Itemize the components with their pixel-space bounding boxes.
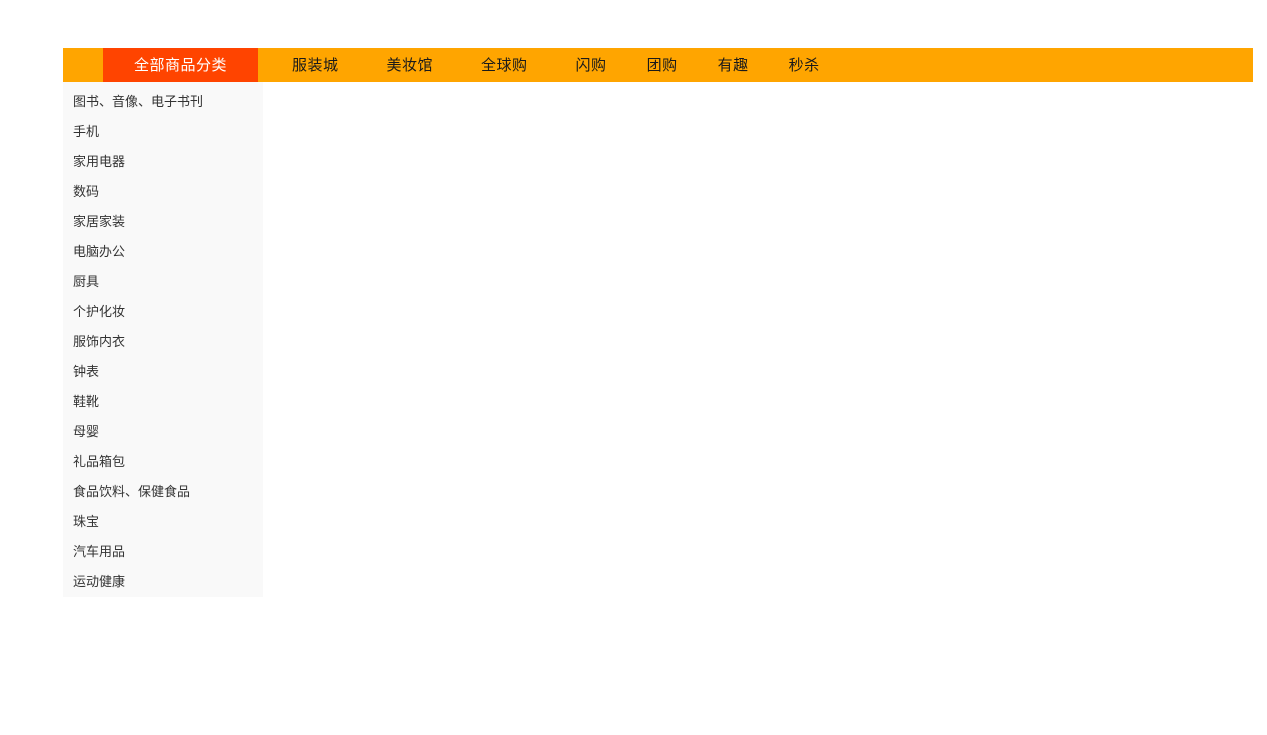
sidebar-item-jewelry[interactable]: 珠宝 xyxy=(63,508,263,538)
sidebar-item-books-audio-video-ebooks[interactable]: 图书、音像、电子书刊 xyxy=(63,88,263,118)
sidebar-item-maternity-baby[interactable]: 母婴 xyxy=(63,418,263,448)
sidebar-item-gifts-luggage[interactable]: 礼品箱包 xyxy=(63,448,263,478)
sidebar-item-digital[interactable]: 数码 xyxy=(63,178,263,208)
nav-tab-global-shopping[interactable]: 全球购 xyxy=(467,48,542,82)
sidebar-item-home-appliances[interactable]: 家用电器 xyxy=(63,148,263,178)
sidebar-item-shoes-boots[interactable]: 鞋靴 xyxy=(63,388,263,418)
sidebar-item-home-furnishing[interactable]: 家居家装 xyxy=(63,208,263,238)
nav-tab-fashion-mall[interactable]: 服装城 xyxy=(278,48,353,82)
sidebar-item-food-beverage-health-food[interactable]: 食品饮料、保健食品 xyxy=(63,478,263,508)
main-navigation-bar: 全部商品分类 服装城 美妆馆 全球购 闪购 团购 有趣 秒杀 xyxy=(63,48,1253,82)
sidebar-item-sports-health[interactable]: 运动健康 xyxy=(63,568,263,597)
sidebar-item-watches[interactable]: 钟表 xyxy=(63,358,263,388)
sidebar-item-computer-office[interactable]: 电脑办公 xyxy=(63,238,263,268)
sidebar-item-personal-care-cosmetics[interactable]: 个护化妆 xyxy=(63,298,263,328)
nav-tab-seckill[interactable]: 秒杀 xyxy=(775,48,834,82)
nav-tab-interesting[interactable]: 有趣 xyxy=(704,48,763,82)
nav-tab-group-buy[interactable]: 团购 xyxy=(633,48,692,82)
nav-tab-beauty-hall[interactable]: 美妆馆 xyxy=(373,48,448,82)
nav-tab-all-categories[interactable]: 全部商品分类 xyxy=(103,48,258,82)
sidebar-item-apparel-underwear[interactable]: 服饰内衣 xyxy=(63,328,263,358)
nav-left-spacer xyxy=(63,48,103,82)
category-sidebar: 图书、音像、电子书刊 手机 家用电器 数码 家居家装 电脑办公 厨具 个护化妆 … xyxy=(63,82,263,597)
sidebar-item-kitchenware[interactable]: 厨具 xyxy=(63,268,263,298)
nav-tab-flash-sale[interactable]: 闪购 xyxy=(562,48,621,82)
sidebar-item-mobile-phones[interactable]: 手机 xyxy=(63,118,263,148)
sidebar-item-auto-supplies[interactable]: 汽车用品 xyxy=(63,538,263,568)
